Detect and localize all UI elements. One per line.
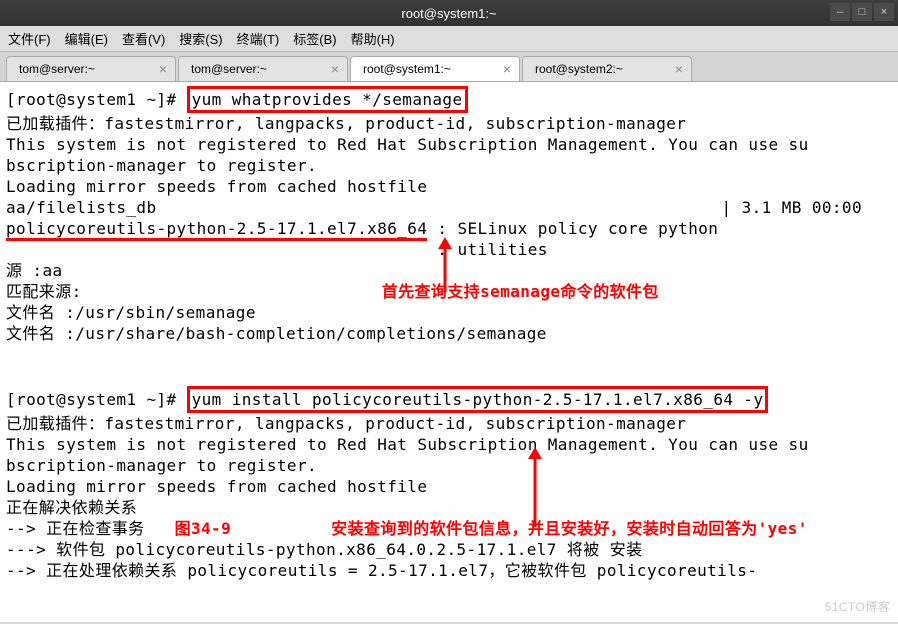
terminal-line: : utilities	[6, 239, 892, 260]
prompt: [root@system1 ~]#	[6, 390, 177, 409]
output-text: --> 正在检查事务	[6, 519, 145, 538]
menu-view[interactable]: 查看(V)	[122, 29, 165, 48]
maximize-button[interactable]: □	[852, 3, 872, 21]
prompt: [root@system1 ~]#	[6, 90, 177, 109]
window-titlebar: root@system1:~ – □ ×	[0, 0, 898, 26]
terminal-line: [root@system1 ~]# yum install policycore…	[6, 386, 892, 413]
terminal-line: --> 正在处理依赖关系 policycoreutils = 2.5-17.1.…	[6, 560, 892, 581]
tab-label: root@system1:~	[363, 62, 451, 76]
tab-1[interactable]: tom@server:~ ×	[6, 56, 176, 81]
menu-help[interactable]: 帮助(H)	[351, 29, 395, 48]
tab-label: tom@server:~	[19, 62, 95, 76]
highlighted-command-2: yum install policycoreutils-python-2.5-1…	[187, 386, 769, 413]
menu-terminal[interactable]: 终端(T)	[237, 29, 280, 48]
terminal-line: This system is not registered to Red Hat…	[6, 434, 892, 455]
tab-label: tom@server:~	[191, 62, 267, 76]
terminal-line: Loading mirror speeds from cached hostfi…	[6, 176, 892, 197]
annotation-note-2: 安装查询到的软件包信息，并且安装好，安装时自动回答为'yes'	[331, 519, 808, 538]
terminal-pane[interactable]: [root@system1 ~]# yum whatprovides */sem…	[0, 82, 898, 622]
terminal-line: aa/filelists_db | 3.1 MB 00:00	[6, 197, 892, 218]
terminal-line: 源 :aa	[6, 260, 892, 281]
minimize-button[interactable]: –	[830, 3, 850, 21]
menubar: 文件(F) 编辑(E) 查看(V) 搜索(S) 终端(T) 标签(B) 帮助(H…	[0, 26, 898, 52]
terminal-line: bscription-manager to register.	[6, 155, 892, 176]
blank-space	[6, 344, 892, 386]
terminal-line: 已加载插件：fastestmirror, langpacks, product-…	[6, 413, 892, 434]
terminal-line: 文件名 :/usr/sbin/semanage	[6, 302, 892, 323]
tab-4[interactable]: root@system2:~ ×	[522, 56, 692, 81]
tab-2[interactable]: tom@server:~ ×	[178, 56, 348, 81]
window-title: root@system1:~	[401, 6, 496, 21]
menu-edit[interactable]: 编辑(E)	[65, 29, 108, 48]
tab-3-active[interactable]: root@system1:~ ×	[350, 56, 520, 81]
figure-label: 图34-9	[175, 519, 232, 538]
terminal-line: --> 正在检查事务 图34-9 安装查询到的软件包信息，并且安装好，安装时自动…	[6, 518, 892, 539]
menu-tabs[interactable]: 标签(B)	[293, 29, 336, 48]
terminal-line: [root@system1 ~]# yum whatprovides */sem…	[6, 86, 892, 113]
watermark-text: 51CTO博客	[825, 597, 890, 618]
tab-bar: tom@server:~ × tom@server:~ × root@syste…	[0, 52, 898, 82]
terminal-line: 已加载插件：fastestmirror, langpacks, product-…	[6, 113, 892, 134]
terminal-line: ---> 软件包 policycoreutils-python.x86_64.0…	[6, 539, 892, 560]
terminal-line: policycoreutils-python-2.5-17.1.el7.x86_…	[6, 218, 892, 239]
tab-label: root@system2:~	[535, 62, 623, 76]
close-button[interactable]: ×	[874, 3, 894, 21]
package-name-underlined: policycoreutils-python-2.5-17.1.el7.x86_…	[6, 219, 427, 241]
terminal-line: 文件名 :/usr/share/bash-completion/completi…	[6, 323, 892, 344]
output-text: aa/filelists_db	[6, 197, 157, 218]
highlighted-command-1: yum whatprovides */semanage	[187, 86, 468, 113]
terminal-line: 正在解决依赖关系	[6, 497, 892, 518]
menu-file[interactable]: 文件(F)	[8, 29, 51, 48]
menu-search[interactable]: 搜索(S)	[179, 29, 222, 48]
close-icon[interactable]: ×	[675, 61, 683, 77]
close-icon[interactable]: ×	[159, 61, 167, 77]
window-controls: – □ ×	[830, 3, 894, 21]
output-text: 匹配来源:	[6, 282, 82, 301]
close-icon[interactable]: ×	[331, 61, 339, 77]
annotation-note-1: 首先查询支持semanage命令的软件包	[382, 282, 659, 301]
output-text: : SELinux policy core python	[427, 219, 718, 238]
output-text: | 3.1 MB 00:00	[722, 197, 892, 218]
terminal-line: This system is not registered to Red Hat…	[6, 134, 892, 155]
terminal-line: 匹配来源: 首先查询支持semanage命令的软件包	[6, 281, 892, 302]
close-icon[interactable]: ×	[503, 61, 511, 77]
terminal-line: bscription-manager to register.	[6, 455, 892, 476]
terminal-line: Loading mirror speeds from cached hostfi…	[6, 476, 892, 497]
